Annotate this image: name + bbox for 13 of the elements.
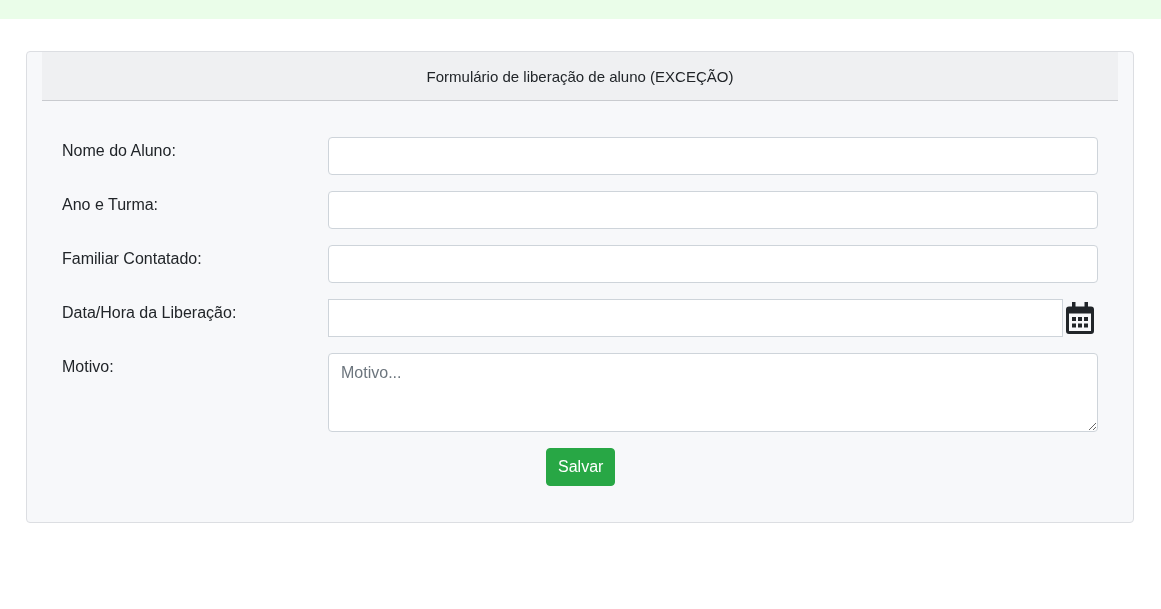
calendar-icon[interactable]: [1066, 302, 1094, 334]
field-label: Nome do Aluno:: [62, 141, 177, 161]
reason-textarea[interactable]: Motivo...: [328, 353, 1098, 432]
field-label: Ano e Turma:: [62, 195, 160, 215]
form-title: Formulário de liberação de aluno (EXCEÇÃO): [426, 67, 734, 85]
field-label: Familiar Contatado:: [62, 249, 203, 269]
save-button[interactable]: Salvar: [546, 448, 616, 486]
text-input[interactable]: [328, 191, 1098, 229]
field-label: Data/Hora da Liberação:: [62, 303, 238, 323]
text-input[interactable]: [328, 245, 1098, 283]
datetime-input[interactable]: [328, 299, 1063, 337]
text-input[interactable]: [328, 137, 1098, 175]
field-label: Motivo:: [62, 357, 115, 377]
